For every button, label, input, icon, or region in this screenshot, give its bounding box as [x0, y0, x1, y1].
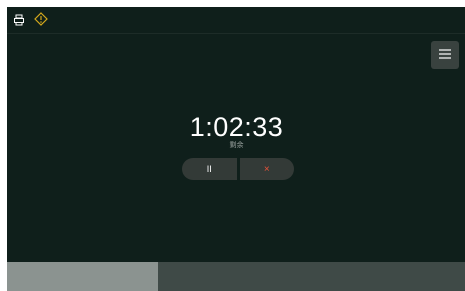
printer-screen: 1:02:33 剩余 II × [7, 7, 465, 291]
remaining-time: 1:02:33 [189, 112, 284, 142]
pause-button[interactable]: II [182, 158, 237, 180]
close-icon: × [263, 163, 270, 175]
pause-icon: II [206, 164, 212, 174]
remaining-label: 剩余 [229, 142, 244, 149]
printer-icon[interactable] [13, 13, 25, 26]
progress-bar [7, 262, 465, 291]
progress-track [158, 262, 465, 291]
print-controls: II × [182, 158, 294, 180]
status-bar [7, 7, 465, 34]
menu-button[interactable] [431, 41, 459, 69]
progress-fill [7, 262, 159, 291]
warning-diamond-icon[interactable] [34, 12, 48, 26]
cancel-button[interactable]: × [239, 158, 294, 180]
hamburger-menu-icon [439, 46, 451, 64]
